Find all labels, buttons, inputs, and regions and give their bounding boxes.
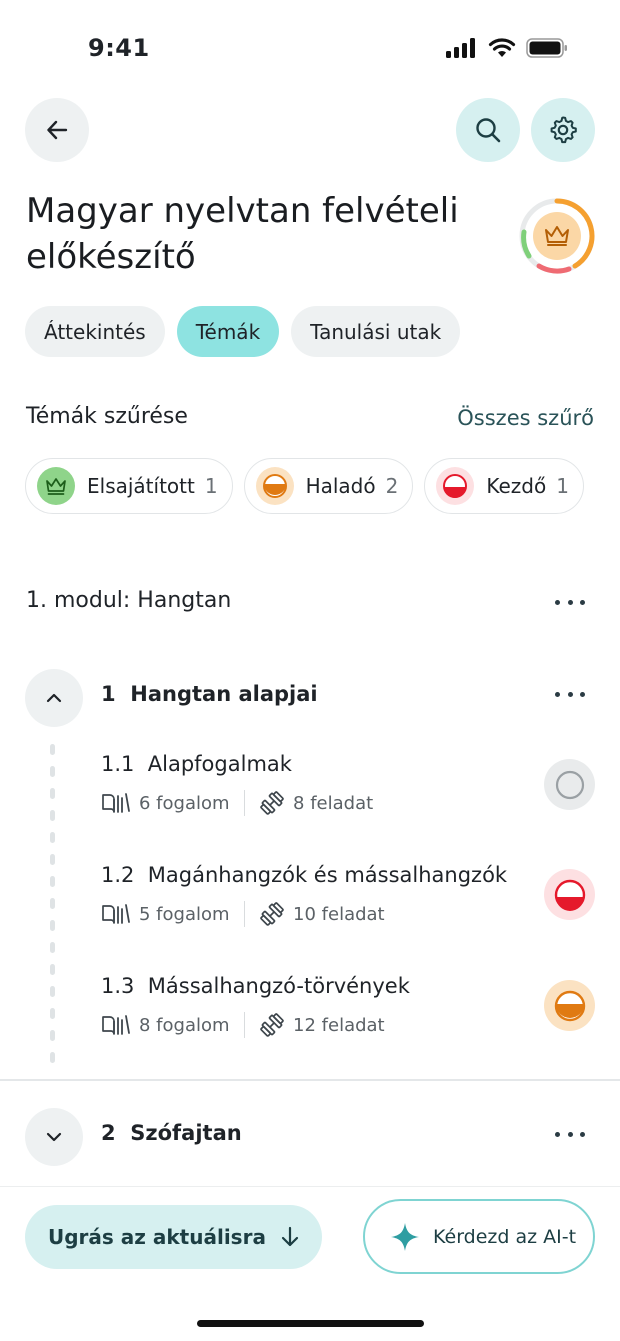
- chapter-more-button[interactable]: [555, 1127, 585, 1141]
- jump-label: Ugrás az aktuálisra: [48, 1225, 266, 1249]
- chapter-label: Hangtan alapjai: [130, 682, 318, 706]
- arrow-left-icon: [47, 120, 68, 140]
- half-circle-icon: [554, 879, 585, 911]
- book-icon: [102, 793, 130, 813]
- jump-to-current-button[interactable]: Ugrás az aktuálisra: [25, 1205, 322, 1269]
- arrow-down-icon: [281, 1226, 299, 1247]
- topic-title: 1.2 Magánhangzók és mássalhangzók: [101, 863, 508, 887]
- dumbbell-icon: [260, 791, 284, 815]
- page-title: Magyar nyelvtan felvételi előkészítő: [26, 191, 459, 277]
- back-button[interactable]: [25, 98, 89, 162]
- chapter-collapse-button[interactable]: [25, 669, 83, 727]
- topic-row[interactable]: 1.3 Mássalhangzó-törvények 8 fogalom 12 …: [101, 974, 521, 1038]
- filter-chip-count: 1: [556, 474, 569, 498]
- section-divider: [0, 1079, 620, 1081]
- chapter-title[interactable]: 2 Szófajtan: [101, 1121, 242, 1145]
- topic-status-beginner: [544, 869, 595, 920]
- chapter-number: 2: [101, 1121, 116, 1145]
- half-circle-icon: [436, 467, 475, 505]
- filter-chip-count: 2: [385, 474, 399, 498]
- gear-icon: [550, 116, 577, 144]
- status-bar: 9:41: [0, 0, 620, 90]
- course-progress-ring: [517, 196, 597, 276]
- filter-chip-label: Kezdő: [486, 474, 547, 498]
- crown-icon: [37, 467, 75, 505]
- chevron-down-icon: [46, 1132, 62, 1142]
- tab-topics[interactable]: Témák: [176, 306, 280, 357]
- chapter-expand-button[interactable]: [25, 1108, 83, 1166]
- settings-button[interactable]: [531, 98, 595, 162]
- status-time: 9:41: [88, 34, 150, 62]
- tasks-count: 10 feladat: [259, 901, 385, 927]
- module-title: 1. modul: Hangtan: [26, 588, 232, 613]
- topic-status-not-started: [544, 759, 595, 810]
- topic-meta: 8 fogalom 12 feladat: [101, 1012, 521, 1038]
- concepts-count: 8 fogalom: [101, 1014, 230, 1036]
- tab-overview[interactable]: Áttekintés: [25, 306, 165, 357]
- all-filters-link[interactable]: Összes szűrő: [457, 406, 594, 430]
- wifi-icon: [488, 38, 516, 57]
- chapter-label: Szófajtan: [130, 1121, 242, 1145]
- module-more-button[interactable]: [555, 595, 585, 609]
- chevron-up-icon: [46, 693, 62, 703]
- battery-icon: [526, 38, 567, 58]
- topic-meta: 6 fogalom 8 feladat: [101, 790, 521, 816]
- topic-title: 1.3 Mássalhangzó-törvények: [101, 974, 410, 998]
- tasks-count: 8 feladat: [259, 790, 373, 816]
- filter-chip-label: Haladó: [305, 474, 376, 498]
- half-circle-icon: [554, 990, 585, 1021]
- filter-chip-label: Elsajátított: [87, 474, 195, 498]
- tab-learning-paths[interactable]: Tanulási utak: [291, 306, 461, 357]
- filter-heading: Témák szűrése: [26, 404, 188, 429]
- topic-status-advanced: [544, 980, 595, 1031]
- concepts-count: 6 fogalom: [101, 792, 230, 814]
- book-icon: [102, 1015, 130, 1035]
- tab-bar: Áttekintés Témák Tanulási utak: [25, 306, 461, 357]
- filter-chips: Elsajátított 1 Haladó 2 Kezdő 1: [25, 458, 584, 514]
- concepts-count: 5 fogalom: [101, 903, 230, 925]
- dumbbell-icon: [260, 1013, 284, 1037]
- chapter-more-button[interactable]: [555, 687, 585, 701]
- dumbbell-icon: [260, 902, 284, 926]
- home-indicator[interactable]: [197, 1320, 424, 1327]
- ask-ai-button[interactable]: Kérdezd az AI-t: [363, 1199, 595, 1274]
- topic-meta: 5 fogalom 10 feladat: [101, 901, 521, 927]
- topic-title: 1.1 Alapfogalmak: [101, 752, 292, 776]
- search-button[interactable]: [456, 98, 520, 162]
- ai-label: Kérdezd az AI-t: [433, 1225, 577, 1248]
- chapter-title[interactable]: 1 Hangtan alapjai: [101, 682, 318, 706]
- filter-chip-advanced[interactable]: Haladó 2: [243, 458, 414, 514]
- empty-circle-icon: [555, 770, 584, 799]
- half-circle-icon: [255, 467, 294, 505]
- filter-chip-count: 1: [204, 474, 218, 498]
- status-icons: [446, 38, 568, 58]
- chapter-number: 1: [101, 682, 116, 706]
- timeline-dots: [50, 744, 56, 1064]
- filter-chip-mastered[interactable]: Elsajátított 1: [25, 458, 233, 514]
- filter-chip-beginner[interactable]: Kezdő 1: [424, 458, 584, 514]
- crown-icon: [545, 226, 569, 246]
- cellular-signal-icon: [446, 38, 475, 58]
- topic-row[interactable]: 1.2 Magánhangzók és mássalhangzók 5 foga…: [101, 863, 521, 927]
- book-icon: [102, 904, 130, 924]
- topic-row[interactable]: 1.1 Alapfogalmak 6 fogalom 8 feladat: [101, 752, 521, 816]
- search-icon: [476, 118, 501, 143]
- sparkle-icon: [391, 1222, 419, 1251]
- tasks-count: 12 feladat: [259, 1012, 385, 1038]
